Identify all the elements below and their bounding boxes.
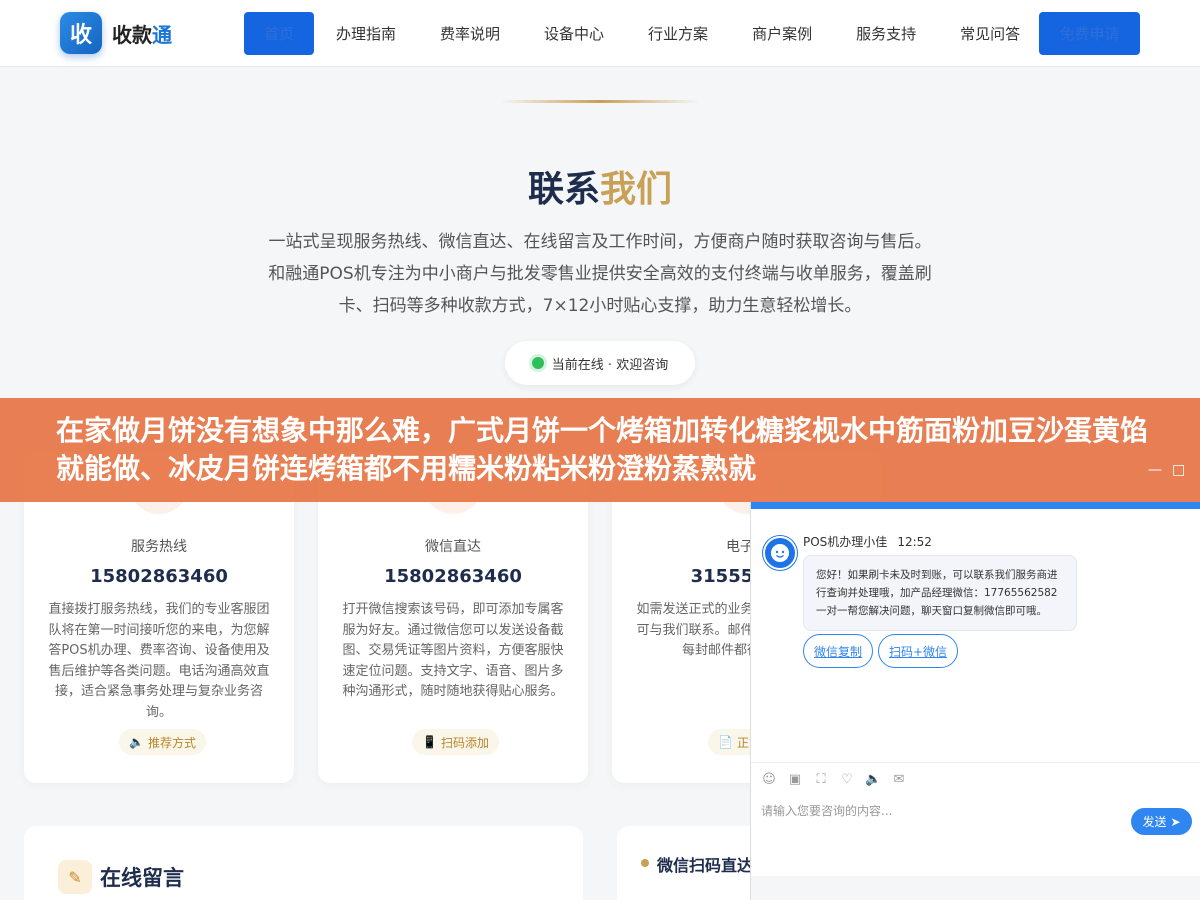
page-description: 一站式呈现服务热线、微信直达、在线留言及工作时间，方便商户随时获取咨询与售后。和…: [268, 232, 932, 316]
card-description: 打开微信搜索该号码，即可添加专属客服为好友。通过微信您可以发送设备截图、交易凭证…: [342, 602, 564, 699]
screenshot-icon[interactable]: ⛶: [813, 772, 829, 788]
main-nav: 首页 办理指南 费率说明 设备中心 行业方案 商户案例 服务支持 常见问答: [244, 12, 1042, 55]
card-tag: 🔈 推荐方式: [119, 729, 206, 755]
send-button[interactable]: 发送 ➤: [1131, 808, 1192, 835]
scan-wechat-button[interactable]: 扫码+微信: [878, 634, 959, 668]
card-tag: 📱 扫码添加: [412, 729, 499, 755]
qr-title: 微信扫码直达: [657, 856, 754, 875]
pen-icon: ✎: [58, 860, 92, 894]
agent-name: POS机办理小佳 12:52: [803, 535, 932, 549]
message-card: ✎ 在线留言: [24, 826, 583, 900]
page-title: 联系我们: [527, 169, 673, 210]
nav-item-devices[interactable]: 设备中心: [522, 12, 626, 55]
site-header: 收 收款通 首页 办理指南 费率说明 设备中心 行业方案 商户案例 服务支持 常…: [0, 0, 1200, 67]
chat-topbar: [751, 502, 1200, 509]
nav-item-guide[interactable]: 办理指南: [314, 12, 418, 55]
chat-bubble-icon[interactable]: ✉: [891, 772, 907, 788]
image-icon[interactable]: ▣: [787, 772, 803, 788]
chat-message: 您好！如果刷卡未及时到账，可以联系我们服务商进行查询并处理哦，加产品经理微信：1…: [803, 555, 1077, 631]
logo[interactable]: 收 收款通: [60, 12, 172, 54]
online-status-badge: 当前在线 · 欢迎咨询: [505, 341, 695, 385]
chat-toolbar: ☺ ▣ ⛶ ♡ 🔈 ✉: [751, 762, 1200, 796]
card-value[interactable]: 15802863460: [24, 566, 294, 587]
sound-icon[interactable]: 🔈: [865, 772, 881, 788]
online-status-text: 当前在线 · 欢迎咨询: [551, 357, 669, 373]
agent-avatar: [763, 536, 797, 570]
maximize-icon[interactable]: □: [1172, 462, 1185, 478]
logo-text: 收款通: [112, 22, 172, 47]
chat-input[interactable]: 请输入您要咨询的内容...: [761, 802, 892, 819]
decorative-divider: [500, 100, 700, 103]
nav-item-home[interactable]: 首页: [244, 12, 314, 55]
card-value[interactable]: 15802863460: [318, 566, 588, 587]
send-icon: ➤: [1170, 814, 1181, 829]
bullet-icon: [641, 859, 649, 867]
online-dot-icon: [531, 357, 544, 369]
overlay-banner: 在家做月饼没有想象中那么难，广式月饼一个烤箱加转化糖浆枧水中筋面粉加豆沙蛋黄馅就…: [0, 398, 1200, 502]
nav-item-support[interactable]: 服务支持: [834, 12, 938, 55]
apply-button[interactable]: 免费申请: [1039, 12, 1140, 55]
speaker-icon: 🔈: [129, 735, 144, 749]
face-icon: [771, 544, 789, 562]
logo-icon: 收: [60, 12, 102, 54]
nav-item-industry[interactable]: 行业方案: [626, 12, 730, 55]
rating-icon[interactable]: ♡: [839, 772, 855, 788]
nav-item-faq[interactable]: 常见问答: [938, 12, 1042, 55]
chat-widget: POS机办理小佳 12:52 您好！如果刷卡未及时到账，可以联系我们服务商进行查询…: [750, 502, 1200, 900]
banner-text: 在家做月饼没有想象中那么难，广式月饼一个烤箱加转化糖浆枧水中筋面粉加豆沙蛋黄馅就…: [56, 414, 1149, 485]
mobile-icon: 📱: [422, 735, 437, 749]
nav-item-cases[interactable]: 商户案例: [730, 12, 834, 55]
message-time: 12:52: [897, 535, 932, 549]
nav-item-fees[interactable]: 费率说明: [418, 12, 522, 55]
copy-wechat-button[interactable]: 微信复制: [803, 634, 874, 668]
document-icon: 📄: [718, 735, 733, 749]
minimize-icon[interactable]: —: [1148, 462, 1162, 478]
card-description: 直接拨打服务热线，我们的专业客服团队将在第一时间接听您的来电，为您解答POS机办…: [48, 602, 270, 720]
emoji-icon[interactable]: ☺: [761, 772, 777, 788]
card-title: 服务热线: [131, 539, 187, 555]
chat-footer: [751, 876, 1200, 900]
card-title: 微信直达: [425, 539, 481, 555]
message-title: 在线留言: [100, 866, 184, 890]
